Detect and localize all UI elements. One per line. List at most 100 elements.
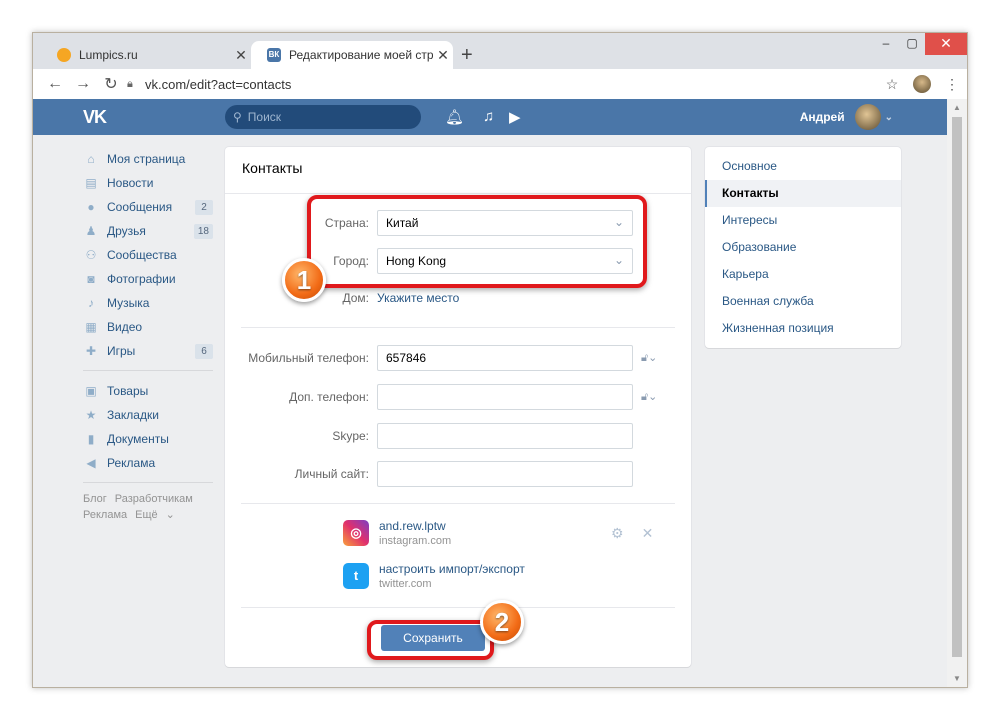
back-arrow-icon[interactable]: ← <box>41 75 69 93</box>
photos-icon: ◙ <box>87 272 95 286</box>
tab-close-icon[interactable]: ✕ <box>231 47 251 64</box>
vk-search-input[interactable]: ⚲ Поиск <box>225 105 421 129</box>
sidebar-item-video[interactable]: ▦ Видео <box>83 315 213 339</box>
music-icon: ♪ <box>88 296 94 310</box>
scroll-up-icon[interactable]: ▲ <box>947 103 967 112</box>
privacy-lock-icon[interactable]: 🔓︎⌄ <box>641 351 657 365</box>
chevron-down-icon: ⌄ <box>165 509 175 521</box>
sidebar-item-music[interactable]: ♪ Музыка <box>83 291 213 315</box>
sidebar-item-ads[interactable]: ◀ Реклама <box>83 451 213 475</box>
mobile-phone-field[interactable]: 657846 <box>377 345 633 371</box>
new-tab-button[interactable]: + <box>461 44 473 67</box>
tab-lumpics[interactable]: Lumpics.ru ✕ <box>41 41 251 69</box>
divider <box>241 327 675 328</box>
menu-item-military[interactable]: Военная служба <box>705 288 901 315</box>
video-icon: ▦ <box>85 320 97 334</box>
sidebar-item-friends[interactable]: ♟ Друзья 18 <box>83 219 213 243</box>
messages-badge: 2 <box>195 199 213 215</box>
menu-item-contacts[interactable]: Контакты <box>705 180 901 207</box>
maximize-button[interactable]: ▢ <box>899 33 925 55</box>
twitter-configure-link[interactable]: настроить импорт/экспорт <box>379 562 525 576</box>
friends-badge: 18 <box>193 223 213 239</box>
bookmark-star-icon[interactable]: ☆ <box>877 76 907 93</box>
user-avatar <box>854 104 881 130</box>
browser-window: Lumpics.ru ✕ ВК Редактирование моей стра… <box>32 32 968 688</box>
step-marker-2: 2 <box>480 600 524 644</box>
divider <box>241 503 675 504</box>
minimize-button[interactable]: ‒ <box>873 33 899 55</box>
scrollbar-thumb[interactable] <box>952 117 962 657</box>
forward-arrow-icon[interactable]: → <box>69 75 97 93</box>
search-placeholder: Поиск <box>247 110 282 124</box>
mobile-label: Мобильный телефон: <box>248 351 369 365</box>
sidebar-item-label: Документы <box>107 432 169 446</box>
footer-link-blog[interactable]: Блог <box>83 493 107 505</box>
documents-icon: ▮ <box>87 432 95 446</box>
personal-site-field[interactable] <box>377 461 633 487</box>
sidebar-item-news[interactable]: ▤ Новости <box>83 171 213 195</box>
site-label: Личный сайт: <box>294 467 369 481</box>
browser-menu-icon[interactable]: ⋮ <box>937 76 967 93</box>
extra-phone-field[interactable] <box>377 384 633 410</box>
games-badge: 6 <box>195 343 213 359</box>
games-icon: ✚ <box>85 344 97 358</box>
toolbar-right: ☆ ⋮ <box>877 69 967 99</box>
menu-item-main[interactable]: Основное <box>705 153 901 180</box>
tab-close-icon[interactable]: ✕ <box>433 47 453 64</box>
extra-phone-row: Доп. телефон: 🔓︎⌄ <box>225 384 657 410</box>
window-controls: ‒ ▢ ✕ <box>873 33 967 55</box>
mobile-row: Мобильный телефон: 657846 🔓︎⌄ <box>225 345 657 371</box>
instagram-account-link[interactable]: and.rew.lptw <box>379 519 451 533</box>
footer-links: Блог Разработчикам Реклама Ещё ⌄ <box>83 491 213 523</box>
menu-item-life-position[interactable]: Жизненная позиция <box>705 315 901 342</box>
sidebar-item-photos[interactable]: ◙ Фотографии <box>83 267 213 291</box>
sidebar-item-games[interactable]: ✚ Игры 6 <box>83 339 213 363</box>
sidebar-divider <box>83 482 213 483</box>
tab-vk-edit[interactable]: ВК Редактирование моей страниц ✕ <box>251 41 453 69</box>
chevron-down-icon: ⌄ <box>884 111 893 123</box>
music-note-icon[interactable]: ♫ <box>483 108 494 125</box>
play-icon[interactable]: ▶ <box>509 108 521 126</box>
news-icon: ▤ <box>85 176 97 190</box>
menu-item-interests[interactable]: Интересы <box>705 207 901 234</box>
skype-label: Skype: <box>332 429 369 443</box>
vk-favicon-icon: ВК <box>267 48 281 62</box>
sidebar-item-label: Сообщения <box>107 200 173 214</box>
tab-title: Редактирование моей страниц <box>289 48 433 62</box>
menu-item-education[interactable]: Образование <box>705 234 901 261</box>
reload-icon[interactable]: ↻ <box>97 74 125 94</box>
sidebar-item-goods[interactable]: ▣ Товары <box>83 379 213 403</box>
close-icon[interactable]: ✕ <box>642 525 654 542</box>
window-close-button[interactable]: ✕ <box>925 33 967 55</box>
notifications-bell-icon[interactable]: 🔔︎ <box>445 108 464 126</box>
sidebar-item-label: Новости <box>107 176 154 190</box>
footer-link-more[interactable]: Ещё <box>135 509 158 521</box>
footer-link-ads[interactable]: Реклама <box>83 509 127 521</box>
profile-avatar-icon[interactable] <box>913 75 931 93</box>
user-name: Андрей <box>799 110 845 124</box>
scroll-down-icon[interactable]: ▼ <box>947 674 967 683</box>
sidebar-item-label: Закладки <box>107 408 159 422</box>
home-place-link[interactable]: Укажите место <box>377 291 459 305</box>
sidebar-item-my-page[interactable]: ⌂ Моя страница <box>83 147 213 171</box>
home-icon: ⌂ <box>87 152 95 166</box>
sidebar-item-messages[interactable]: ● Сообщения 2 <box>83 195 213 219</box>
settings-menu: Основное Контакты Интересы Образование К… <box>705 147 901 348</box>
skype-field[interactable] <box>377 423 633 449</box>
lock-icon: 🔒︎ <box>127 77 133 90</box>
gear-icon[interactable]: ⚙ <box>611 525 624 542</box>
instagram-actions: ⚙ ✕ <box>611 525 653 542</box>
sidebar-item-label: Реклама <box>107 456 156 470</box>
sidebar-item-bookmarks[interactable]: ★ Закладки <box>83 403 213 427</box>
privacy-lock-icon[interactable]: 🔓︎⌄ <box>641 390 657 404</box>
sidebar-item-documents[interactable]: ▮ Документы <box>83 427 213 451</box>
browser-titlebar: Lumpics.ru ✕ ВК Редактирование моей стра… <box>33 33 967 69</box>
footer-link-developers[interactable]: Разработчикам <box>115 493 193 505</box>
sidebar-item-communities[interactable]: ⚇ Сообщества <box>83 243 213 267</box>
vk-logo[interactable]: VK <box>83 107 107 128</box>
site-row: Личный сайт: <box>225 461 633 487</box>
page-scrollbar[interactable]: ▲ ▼ <box>947 99 967 687</box>
user-menu[interactable]: Андрей ⌄ <box>800 99 893 135</box>
address-bar[interactable]: 🔒︎ vk.com/edit?act=contacts <box>127 72 905 96</box>
menu-item-career[interactable]: Карьера <box>705 261 901 288</box>
